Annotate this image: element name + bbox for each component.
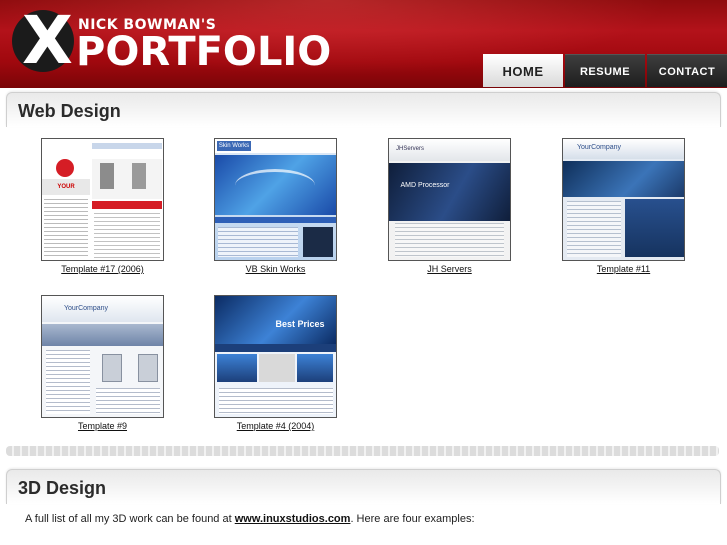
site-header: X NICK BOWMAN'S PORTFOLIO HOME RESUME CO… xyxy=(0,0,727,88)
template-17-brand: YOUR COMPANY xyxy=(42,179,90,206)
nav-home-tab[interactable]: HOME xyxy=(483,54,563,87)
3d-intro-text: A full list of all my 3D work can be fou… xyxy=(25,513,475,525)
template-17-caption[interactable]: Template #17 (2006) xyxy=(41,264,164,274)
template-11-caption[interactable]: Template #11 xyxy=(562,264,685,274)
template-4-screenshot[interactable]: Best Prices xyxy=(214,295,337,418)
template-thumb-17[interactable]: YOUR COMPANY Template #17 (2006) xyxy=(41,138,164,274)
template-9-screenshot[interactable]: YourCompany xyxy=(41,295,164,418)
template-9-caption[interactable]: Template #9 xyxy=(41,421,164,431)
vb-skin-works-screenshot[interactable]: Skin Works xyxy=(214,138,337,261)
template-4-caption[interactable]: Template #4 (2004) xyxy=(214,421,337,431)
jh-servers-screenshot[interactable]: JHServers AMD Processor xyxy=(388,138,511,261)
vb-skin-works-brand: Skin Works xyxy=(217,141,251,151)
logo[interactable]: X xyxy=(12,6,74,76)
template-4-banner: Best Prices xyxy=(275,319,325,329)
inuxstudios-link[interactable]: www.inuxstudios.com xyxy=(235,513,351,525)
vb-skin-works-caption[interactable]: VB Skin Works xyxy=(214,264,337,274)
3d-design-title: 3D Design xyxy=(18,478,107,498)
intro-before: A full list of all my 3D work can be fou… xyxy=(25,513,235,525)
jh-servers-banner: AMD Processor xyxy=(400,182,450,189)
nav-contact-tab[interactable]: CONTACT xyxy=(647,54,727,87)
3d-design-header: 3D Design xyxy=(6,469,721,504)
jh-servers-caption[interactable]: JH Servers xyxy=(388,264,511,274)
web-design-header: Web Design xyxy=(6,92,721,127)
template-thumb-11[interactable]: YourCompany Template #11 xyxy=(562,138,685,274)
site-title: PORTFOLIO xyxy=(76,29,332,75)
template-thumb-vb-skin-works[interactable]: Skin Works VB Skin Works xyxy=(214,138,337,274)
nav-resume-tab[interactable]: RESUME xyxy=(565,54,645,87)
template-9-brand: YourCompany xyxy=(63,305,109,312)
template-thumb-jh-servers[interactable]: JHServers AMD Processor JH Servers xyxy=(388,138,511,274)
main-nav: HOME RESUME CONTACT xyxy=(483,54,727,87)
logo-x-icon: X xyxy=(22,2,73,79)
template-11-screenshot[interactable]: YourCompany xyxy=(562,138,685,261)
section-divider xyxy=(6,446,719,456)
web-design-title: Web Design xyxy=(18,101,121,121)
template-17-screenshot[interactable]: YOUR COMPANY xyxy=(41,138,164,261)
template-11-brand: YourCompany xyxy=(576,144,622,151)
template-thumb-9[interactable]: YourCompany Template #9 xyxy=(41,295,164,431)
intro-after: . Here are four examples: xyxy=(350,513,475,525)
template-thumb-4[interactable]: Best Prices Template #4 (2004) xyxy=(214,295,337,431)
